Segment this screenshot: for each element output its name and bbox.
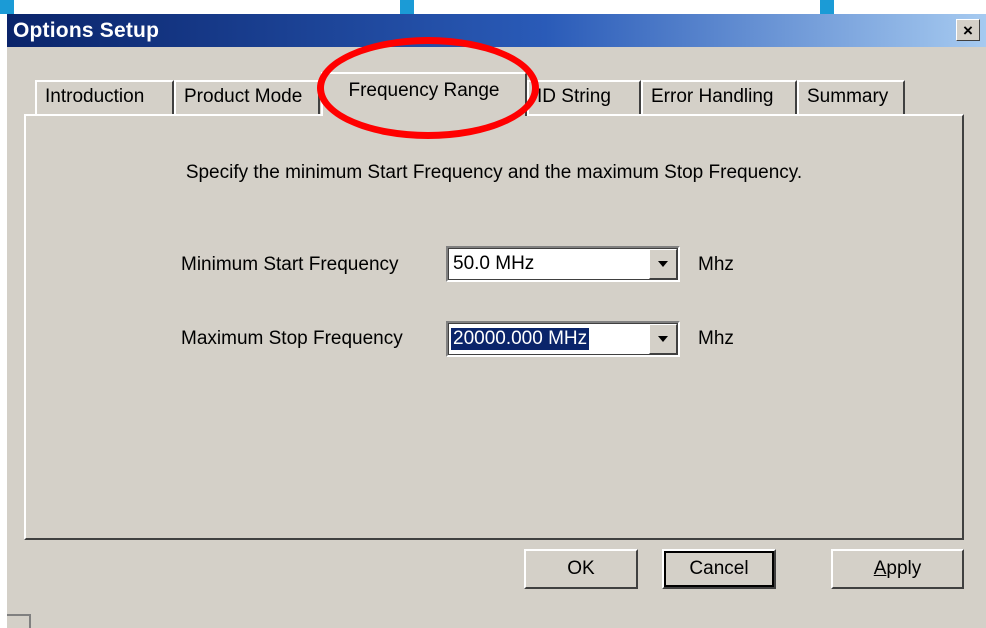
min-start-frequency-label: Minimum Start Frequency	[181, 254, 399, 275]
frequency-range-panel: Specify the minimum Start Frequency and …	[24, 114, 964, 540]
tab-frequency-range[interactable]: Frequency Range	[321, 72, 527, 116]
cancel-button[interactable]: Cancel	[662, 549, 776, 589]
title-bar[interactable]: Options Setup ×	[7, 14, 986, 47]
accent-mark-middle	[400, 0, 414, 14]
apply-button[interactable]: Apply	[831, 549, 964, 589]
accent-mark-left	[0, 0, 14, 14]
max-stop-frequency-combo[interactable]: 20000.000 MHz	[446, 321, 680, 357]
apply-label-rest: pply	[886, 558, 922, 579]
background-window-edge	[7, 614, 31, 628]
max-stop-frequency-label: Maximum Stop Frequency	[181, 328, 403, 349]
min-start-dropdown-button[interactable]	[649, 249, 677, 279]
options-setup-dialog: Options Setup × Introduction Product Mod…	[7, 14, 986, 628]
max-stop-frequency-unit: Mhz	[698, 328, 734, 349]
chevron-down-icon	[658, 336, 668, 342]
max-stop-frequency-value[interactable]: 20000.000 MHz	[451, 328, 590, 350]
max-stop-dropdown-button[interactable]	[649, 324, 677, 354]
min-start-frequency-value[interactable]: 50.0 MHz	[451, 253, 536, 275]
instruction-text: Specify the minimum Start Frequency and …	[185, 162, 803, 183]
tab-label: Product Mode	[184, 86, 303, 107]
tab-label: Frequency Range	[348, 80, 500, 101]
window-title: Options Setup	[13, 19, 160, 42]
min-start-frequency-combo[interactable]: 50.0 MHz	[446, 246, 680, 282]
tab-label: Introduction	[45, 86, 145, 107]
ok-button[interactable]: OK	[524, 549, 638, 589]
close-icon: ×	[963, 20, 973, 40]
accent-mark-right	[820, 0, 834, 14]
close-button[interactable]: ×	[956, 19, 980, 41]
tab-strip: Introduction Product Mode Frequency Rang…	[35, 72, 935, 116]
min-start-frequency-unit: Mhz	[698, 254, 734, 275]
tab-label: ID String	[537, 86, 611, 107]
tab-id-string[interactable]: ID String	[527, 80, 641, 114]
chevron-down-icon	[658, 261, 668, 267]
tab-product-mode[interactable]: Product Mode	[174, 80, 320, 114]
tab-label: Summary	[807, 86, 889, 107]
tab-error-handling[interactable]: Error Handling	[641, 80, 797, 114]
tab-introduction[interactable]: Introduction	[35, 80, 174, 114]
apply-mnemonic: A	[873, 558, 887, 579]
tab-label: Error Handling	[651, 86, 774, 107]
tab-summary[interactable]: Summary	[797, 80, 905, 114]
